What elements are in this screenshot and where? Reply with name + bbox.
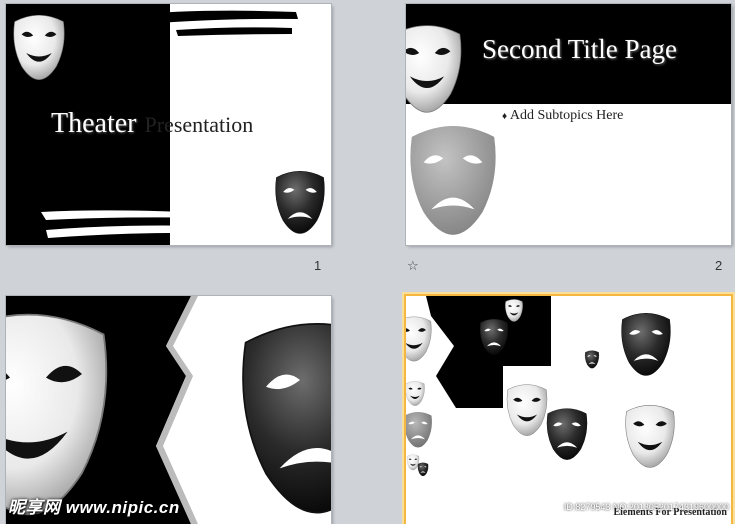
slide-thumbnail-2[interactable]: Second Title Page ♦ Add Subtopics Here <box>406 4 731 245</box>
happy-mask-icon <box>406 298 434 378</box>
slide-thumbnail-3[interactable] <box>6 296 331 524</box>
star-icon[interactable]: ☆ <box>407 259 419 274</box>
happy-mask-icon <box>406 376 426 410</box>
slide-thumbnail-4[interactable]: Elements For Presentation <box>406 296 731 524</box>
happy-mask-icon <box>10 8 68 84</box>
grey-sad-mask-icon <box>406 406 434 452</box>
happy-mask-icon <box>504 296 524 324</box>
sad-mask-icon <box>544 400 590 466</box>
grey-sad-mask-icon <box>406 108 502 245</box>
brush-strokes-top <box>121 10 298 36</box>
sad-mask-icon <box>618 300 674 386</box>
sad-mask-icon <box>272 160 328 242</box>
slide-title-part1: Theater <box>51 108 137 139</box>
slide-number-1: 1 <box>314 258 322 273</box>
watermark-logo: 昵享网 www.nipic.cn <box>8 498 180 517</box>
slide-thumbnail-1[interactable]: Theater Presentation <box>6 4 331 245</box>
happy-mask-icon <box>622 390 678 480</box>
happy-mask-icon <box>6 296 118 524</box>
slide-title: Second Title Page <box>482 34 678 64</box>
slide-number-2: 2 <box>715 258 723 273</box>
bullet-icon: ♦ <box>502 111 508 122</box>
brush-strokes-bottom <box>41 210 226 238</box>
sad-mask-icon <box>232 296 331 524</box>
sad-mask-icon <box>417 460 429 478</box>
slide-title-part2: Presentation <box>144 112 254 137</box>
slide-subtitle-text: Add Subtopics Here <box>509 108 624 123</box>
watermark-id: ID:8279543 NO:20130520174319600000 <box>563 502 729 512</box>
sad-mask-icon <box>584 346 600 372</box>
slide-subtitle: ♦ Add Subtopics Here <box>502 108 623 124</box>
slide-title: Theater Presentation <box>51 108 253 140</box>
